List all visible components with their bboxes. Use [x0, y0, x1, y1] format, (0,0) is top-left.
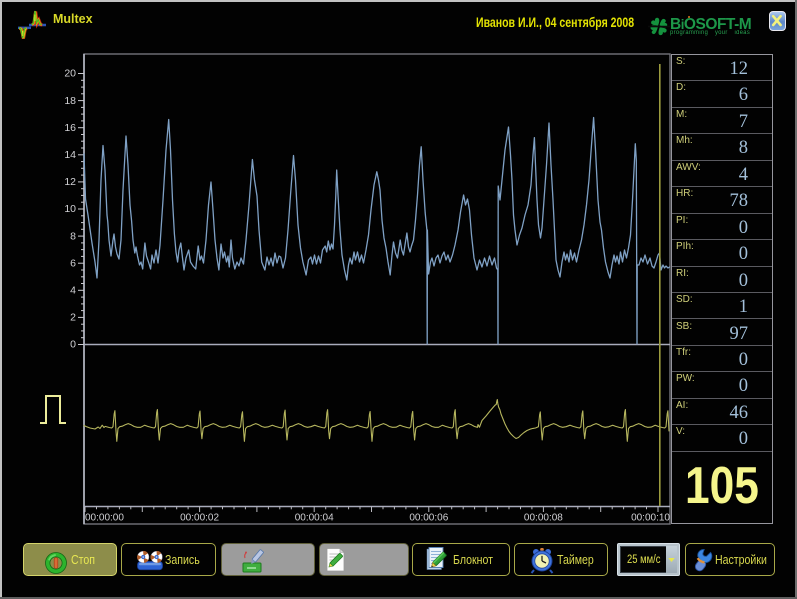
svg-text:00:00:02: 00:00:02: [180, 513, 219, 524]
svg-text:4: 4: [70, 285, 76, 297]
svg-text:14: 14: [64, 149, 76, 161]
svg-text:00:00:08: 00:00:08: [524, 513, 563, 524]
svg-text:6: 6: [70, 257, 76, 269]
svg-text:16: 16: [64, 122, 76, 134]
svg-text:10: 10: [64, 203, 76, 215]
svg-text:00:00:06: 00:00:06: [409, 513, 448, 524]
svg-text:20: 20: [64, 68, 76, 80]
svg-text:00:00:00: 00:00:00: [85, 513, 124, 524]
svg-text:8: 8: [70, 230, 76, 242]
svg-text:18: 18: [64, 95, 76, 107]
svg-text:2: 2: [70, 312, 76, 324]
svg-text:0: 0: [70, 339, 76, 351]
svg-text:00:00:10: 00:00:10: [631, 513, 670, 524]
svg-text:00:00:04: 00:00:04: [295, 513, 334, 524]
svg-text:12: 12: [64, 176, 76, 188]
